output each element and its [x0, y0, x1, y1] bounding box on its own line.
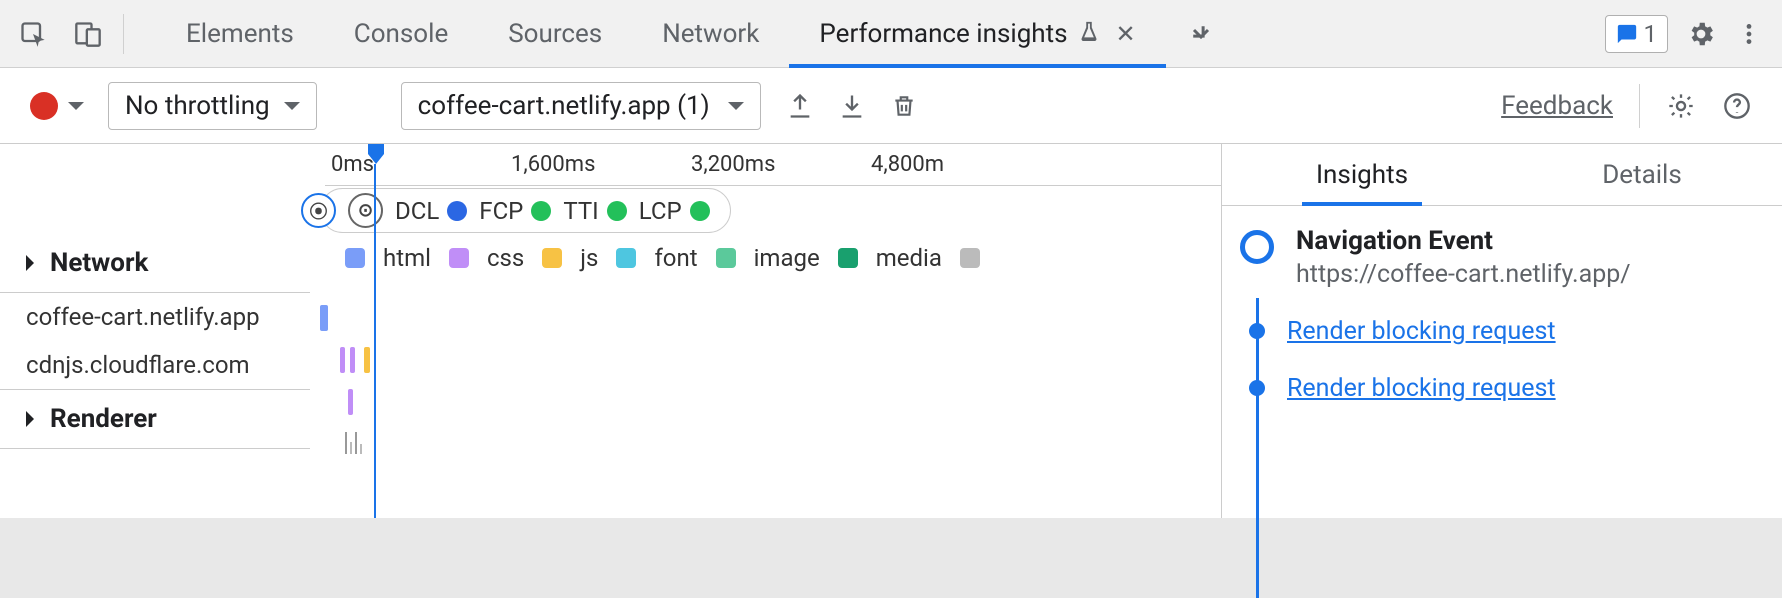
playhead-line	[374, 164, 376, 518]
insight-link[interactable]: Render blocking request	[1287, 374, 1556, 403]
insights-toolbar: No throttling coffee-cart.netlify.app (1…	[0, 68, 1782, 144]
timeline-pane: 0ms 1,600ms 3,200ms 4,800m ⦿ ⊙ DCL FCP T…	[0, 144, 1222, 518]
tab-network[interactable]: Network	[632, 0, 789, 67]
playhead-handle[interactable]	[364, 144, 388, 170]
host-row[interactable]: cdnjs.cloudflare.com	[0, 341, 310, 389]
section-network[interactable]: Network	[0, 234, 310, 293]
legend-label: html	[383, 244, 431, 272]
event-ring-icon	[1240, 230, 1274, 264]
device-toggle-icon[interactable]	[73, 19, 103, 49]
section-renderer[interactable]: Renderer	[0, 390, 310, 449]
settings-gear-icon[interactable]	[1686, 19, 1716, 49]
nav-start-marker-icon[interactable]: ⦿	[301, 193, 336, 228]
ruler-tick: 4,800m	[871, 152, 944, 177]
insight-link[interactable]: Render blocking request	[1287, 317, 1556, 346]
milestone-markers: ⦿ ⊙ DCL FCP TTI LCP	[320, 188, 731, 233]
close-tab-icon[interactable]: ✕	[1116, 20, 1136, 48]
toolbar-action-icons	[785, 91, 919, 121]
record-control[interactable]	[30, 92, 84, 120]
network-hosts: coffee-cart.netlify.app cdnjs.cloudflare…	[0, 293, 310, 390]
help-icon[interactable]	[1722, 91, 1752, 121]
tab-details[interactable]: Details	[1502, 144, 1782, 205]
download-icon[interactable]	[837, 91, 867, 121]
throttling-value: No throttling	[125, 91, 270, 121]
delete-icon[interactable]	[889, 91, 919, 121]
inspect-element-icon[interactable]	[18, 19, 48, 49]
insights-body: Navigation Event https://coffee-cart.net…	[1222, 206, 1782, 403]
recording-value: coffee-cart.netlify.app (1)	[418, 91, 710, 121]
experiment-flask-icon	[1078, 19, 1100, 49]
devtools-tabstrip: Elements Console Sources Network Perform…	[0, 0, 1782, 68]
tabstrip-actions: 1	[1605, 15, 1765, 53]
resource-legend: html css js font image media	[345, 244, 980, 272]
issues-count: 1	[1644, 20, 1658, 48]
panel-tabs: Elements Console Sources Network Perform…	[156, 0, 1216, 67]
insights-panel: Insights Details Navigation Event https:…	[1222, 144, 1782, 518]
caret-down-icon	[728, 102, 744, 118]
host-row[interactable]: coffee-cart.netlify.app	[0, 293, 310, 341]
upload-icon[interactable]	[785, 91, 815, 121]
more-tabs-icon[interactable]	[1186, 19, 1216, 49]
marker-lcp[interactable]: LCP	[639, 197, 710, 225]
inspect-toggle-group	[18, 14, 124, 54]
expand-triangle-icon	[26, 255, 42, 271]
insights-tabs: Insights Details	[1222, 144, 1782, 206]
insight-item[interactable]: Render blocking request	[1240, 374, 1758, 403]
feedback-link[interactable]: Feedback	[1501, 91, 1613, 121]
tab-elements[interactable]: Elements	[156, 0, 324, 67]
panel-settings-gear-icon[interactable]	[1666, 91, 1696, 121]
tab-sources[interactable]: Sources	[478, 0, 632, 67]
expand-triangle-icon	[26, 411, 42, 427]
divider	[1639, 84, 1640, 128]
nav-event-title: Navigation Event	[1296, 226, 1631, 256]
legend-label: media	[876, 244, 942, 272]
marker-dcl[interactable]: DCL	[395, 197, 467, 225]
legend-label: css	[487, 244, 524, 272]
zoom-marker-icon[interactable]: ⊙	[348, 193, 383, 228]
left-sections: Network coffee-cart.netlify.app cdnjs.cl…	[0, 234, 310, 449]
nav-event-url: https://coffee-cart.netlify.app/	[1296, 260, 1631, 289]
legend-label: image	[754, 244, 820, 272]
event-dot-icon	[1249, 323, 1265, 339]
issues-notification[interactable]: 1	[1605, 15, 1669, 53]
insight-nav-event[interactable]: Navigation Event https://coffee-cart.net…	[1240, 226, 1758, 289]
insight-item[interactable]: Render blocking request	[1240, 317, 1758, 346]
tab-performance-insights[interactable]: Performance insights ✕	[789, 0, 1165, 67]
throttling-select[interactable]: No throttling	[108, 82, 317, 130]
record-menu-caret-icon	[68, 102, 84, 118]
legend-label: js	[580, 244, 598, 272]
caret-down-icon	[284, 102, 300, 118]
recording-select[interactable]: coffee-cart.netlify.app (1)	[401, 82, 761, 130]
kebab-menu-icon[interactable]	[1734, 19, 1764, 49]
marker-fcp[interactable]: FCP	[479, 197, 551, 225]
legend-label: font	[654, 244, 697, 272]
ruler-tick: 1,600ms	[511, 152, 595, 177]
marker-tti[interactable]: TTI	[563, 197, 626, 225]
renderer-track-ticks	[345, 432, 362, 454]
tab-console[interactable]: Console	[324, 0, 478, 67]
event-dot-icon	[1249, 380, 1265, 396]
content-area: 0ms 1,600ms 3,200ms 4,800m ⦿ ⊙ DCL FCP T…	[0, 144, 1782, 518]
ruler-tick: 3,200ms	[691, 152, 775, 177]
record-dot-icon	[30, 92, 58, 120]
tab-insights[interactable]: Insights	[1222, 144, 1502, 205]
time-ruler[interactable]: 0ms 1,600ms 3,200ms 4,800m	[325, 144, 1221, 186]
